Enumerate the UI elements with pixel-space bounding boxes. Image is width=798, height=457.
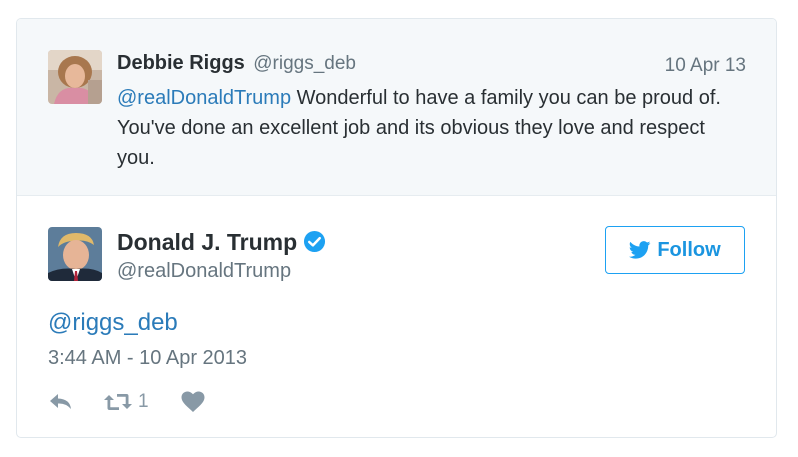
parent-handle[interactable]: @riggs_deb	[253, 53, 356, 74]
parent-text: @realDonaldTrump Wonderful to have a fam…	[117, 83, 747, 173]
retweet-count: 1	[138, 391, 149, 412]
author-fullname[interactable]: Donald J. Trump	[117, 229, 297, 255]
parent-tweet[interactable]: Debbie Riggs @riggs_deb 10 Apr 13 @realD…	[17, 19, 776, 196]
parent-fullname[interactable]: Debbie Riggs	[117, 52, 245, 74]
verified-badge-icon	[304, 230, 326, 253]
author-avatar[interactable]	[48, 227, 102, 281]
like-button[interactable]	[181, 391, 205, 413]
author-name-row: Donald J. Trump	[117, 229, 326, 256]
retweet-button[interactable]: 1	[103, 391, 181, 413]
parent-date[interactable]: 10 Apr 13	[665, 55, 746, 77]
parent-mention-link[interactable]: @realDonaldTrump	[117, 87, 291, 109]
parent-avatar[interactable]	[48, 50, 102, 104]
follow-label: Follow	[657, 238, 721, 261]
embedded-tweet-card: Debbie Riggs @riggs_deb 10 Apr 13 @realD…	[16, 18, 777, 438]
bird-icon	[629, 241, 651, 259]
reply-icon	[50, 394, 71, 409]
tweet-actions: 1	[48, 389, 205, 415]
parent-name-row: Debbie Riggs @riggs_deb	[117, 52, 356, 75]
heart-icon	[181, 391, 205, 412]
retweet-icon	[104, 394, 132, 410]
tweet-timestamp[interactable]: 3:44 AM - 10 Apr 2013	[48, 347, 247, 370]
author-handle[interactable]: @realDonaldTrump	[117, 260, 291, 283]
tweet-body-mention[interactable]: @riggs_deb	[48, 309, 178, 337]
follow-button[interactable]: Follow	[605, 226, 745, 274]
reply-button[interactable]	[48, 392, 103, 412]
